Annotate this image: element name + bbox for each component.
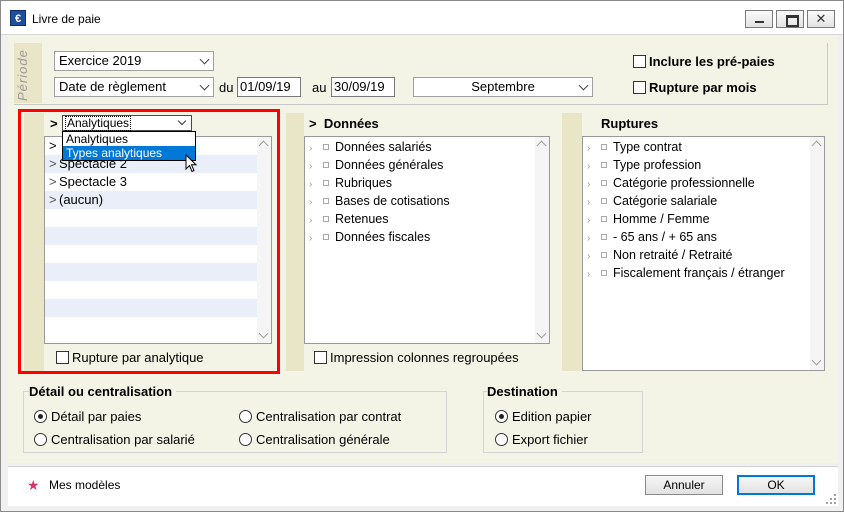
inclure-pre-paies-checkbox[interactable]: [633, 55, 646, 68]
tree-item[interactable]: › Homme / Femme: [583, 210, 824, 228]
window-controls: ✕: [742, 10, 835, 28]
centralisation-generale-label: Centralisation générale: [256, 432, 390, 447]
tree-item[interactable]: › Bases de cotisations: [305, 192, 549, 210]
date-mode-select[interactable]: Date de règlement: [54, 77, 214, 97]
tree-item[interactable]: › Catégorie salariale: [583, 192, 824, 210]
tree-item[interactable]: › Données générales: [305, 156, 549, 174]
exercice-select[interactable]: Exercice 2019: [54, 51, 214, 71]
detail-group-title: Détail ou centralisation: [29, 384, 177, 399]
exercice-value: Exercice 2019: [59, 53, 142, 68]
radio-centralisation-contrat[interactable]: [239, 410, 252, 423]
donnees-list[interactable]: › Données salariés › Données générales › Ru…: [304, 136, 550, 344]
tree-item[interactable]: › Type contrat: [583, 138, 824, 156]
mes-modeles-link[interactable]: Mes modèles: [49, 478, 120, 492]
donnees-band: [286, 113, 304, 371]
tree-item[interactable]: › Données fiscales: [305, 228, 549, 246]
centralisation-contrat-label: Centralisation par contrat: [256, 409, 402, 424]
destination-group-title: Destination: [487, 384, 562, 399]
donnees-title: Données: [323, 116, 379, 131]
tree-item[interactable]: › Catégorie professionnelle: [583, 174, 824, 192]
scroll-down-icon[interactable]: [536, 328, 547, 339]
month-value: Septembre: [471, 79, 535, 94]
chevron-down-icon: [199, 54, 210, 65]
centralisation-salarie-label: Centralisation par salarié: [51, 432, 195, 447]
tree-item[interactable]: › Rubriques: [305, 174, 549, 192]
date-from-input[interactable]: 01/09/19: [237, 77, 301, 97]
scroll-down-icon[interactable]: [811, 355, 822, 366]
ruptures-title: Ruptures: [601, 116, 659, 131]
ruptures-list[interactable]: › Type contrat › Type profession › Catégori…: [582, 136, 825, 371]
donnees-scrollbar[interactable]: [535, 137, 549, 343]
window-title: Livre de paie: [32, 12, 101, 26]
scroll-up-icon[interactable]: [536, 140, 547, 151]
impression-colonnes-checkbox[interactable]: [314, 351, 327, 364]
tree-item[interactable]: › Type profession: [583, 156, 824, 174]
detail-par-paies-label: Détail par paies: [51, 409, 142, 424]
cancel-button[interactable]: Annuler: [645, 475, 723, 495]
star-icon[interactable]: ★: [27, 477, 40, 494]
radio-export-fichier[interactable]: [495, 433, 508, 446]
close-button[interactable]: ✕: [807, 10, 835, 28]
donnees-header: > Données: [304, 113, 550, 135]
tree-item[interactable]: › Non retraité / Retraité: [583, 246, 824, 264]
ruptures-band: [562, 113, 582, 371]
radio-centralisation-generale[interactable]: [239, 433, 252, 446]
month-select[interactable]: Septembre: [413, 77, 593, 97]
maximize-button[interactable]: [776, 10, 804, 28]
rupture-par-mois-label: Rupture par mois: [649, 80, 757, 95]
ok-button[interactable]: OK: [737, 475, 815, 495]
ruptures-header: Ruptures: [582, 113, 825, 135]
inclure-pre-paies-label: Inclure les pré-paies: [649, 54, 775, 69]
radio-centralisation-salarie[interactable]: [34, 433, 47, 446]
dialog-window: € Livre de paie ✕ Période Exercice 2019 …: [0, 0, 844, 512]
chevron-down-icon: [578, 80, 589, 91]
radio-detail-par-paies[interactable]: [34, 410, 47, 423]
impression-colonnes-label: Impression colonnes regroupées: [330, 350, 519, 365]
au-label: au: [312, 80, 327, 95]
edition-papier-label: Edition papier: [512, 409, 592, 424]
highlight-frame: [18, 109, 280, 374]
tree-item[interactable]: › Fiscalement français / étranger: [583, 264, 824, 282]
du-label: du: [219, 80, 234, 95]
date-to-input[interactable]: 30/09/19: [331, 77, 395, 97]
scroll-up-icon[interactable]: [811, 140, 822, 151]
title-bar: € Livre de paie ✕: [1, 1, 843, 35]
chevron-down-icon: [199, 80, 210, 91]
tree-item[interactable]: › - 65 ans / + 65 ans: [583, 228, 824, 246]
date-mode-value: Date de règlement: [59, 79, 166, 94]
tree-item[interactable]: › Retenues: [305, 210, 549, 228]
radio-edition-papier[interactable]: [495, 410, 508, 423]
ruptures-scrollbar[interactable]: [810, 137, 824, 370]
rupture-par-mois-checkbox[interactable]: [633, 81, 646, 94]
minimize-button[interactable]: [745, 10, 773, 28]
export-fichier-label: Export fichier: [512, 432, 588, 447]
tree-item[interactable]: › Données salariés: [305, 138, 549, 156]
resize-grip-icon[interactable]: [825, 493, 837, 505]
euro-app-icon: €: [10, 10, 26, 26]
periode-label: Période: [15, 49, 30, 101]
